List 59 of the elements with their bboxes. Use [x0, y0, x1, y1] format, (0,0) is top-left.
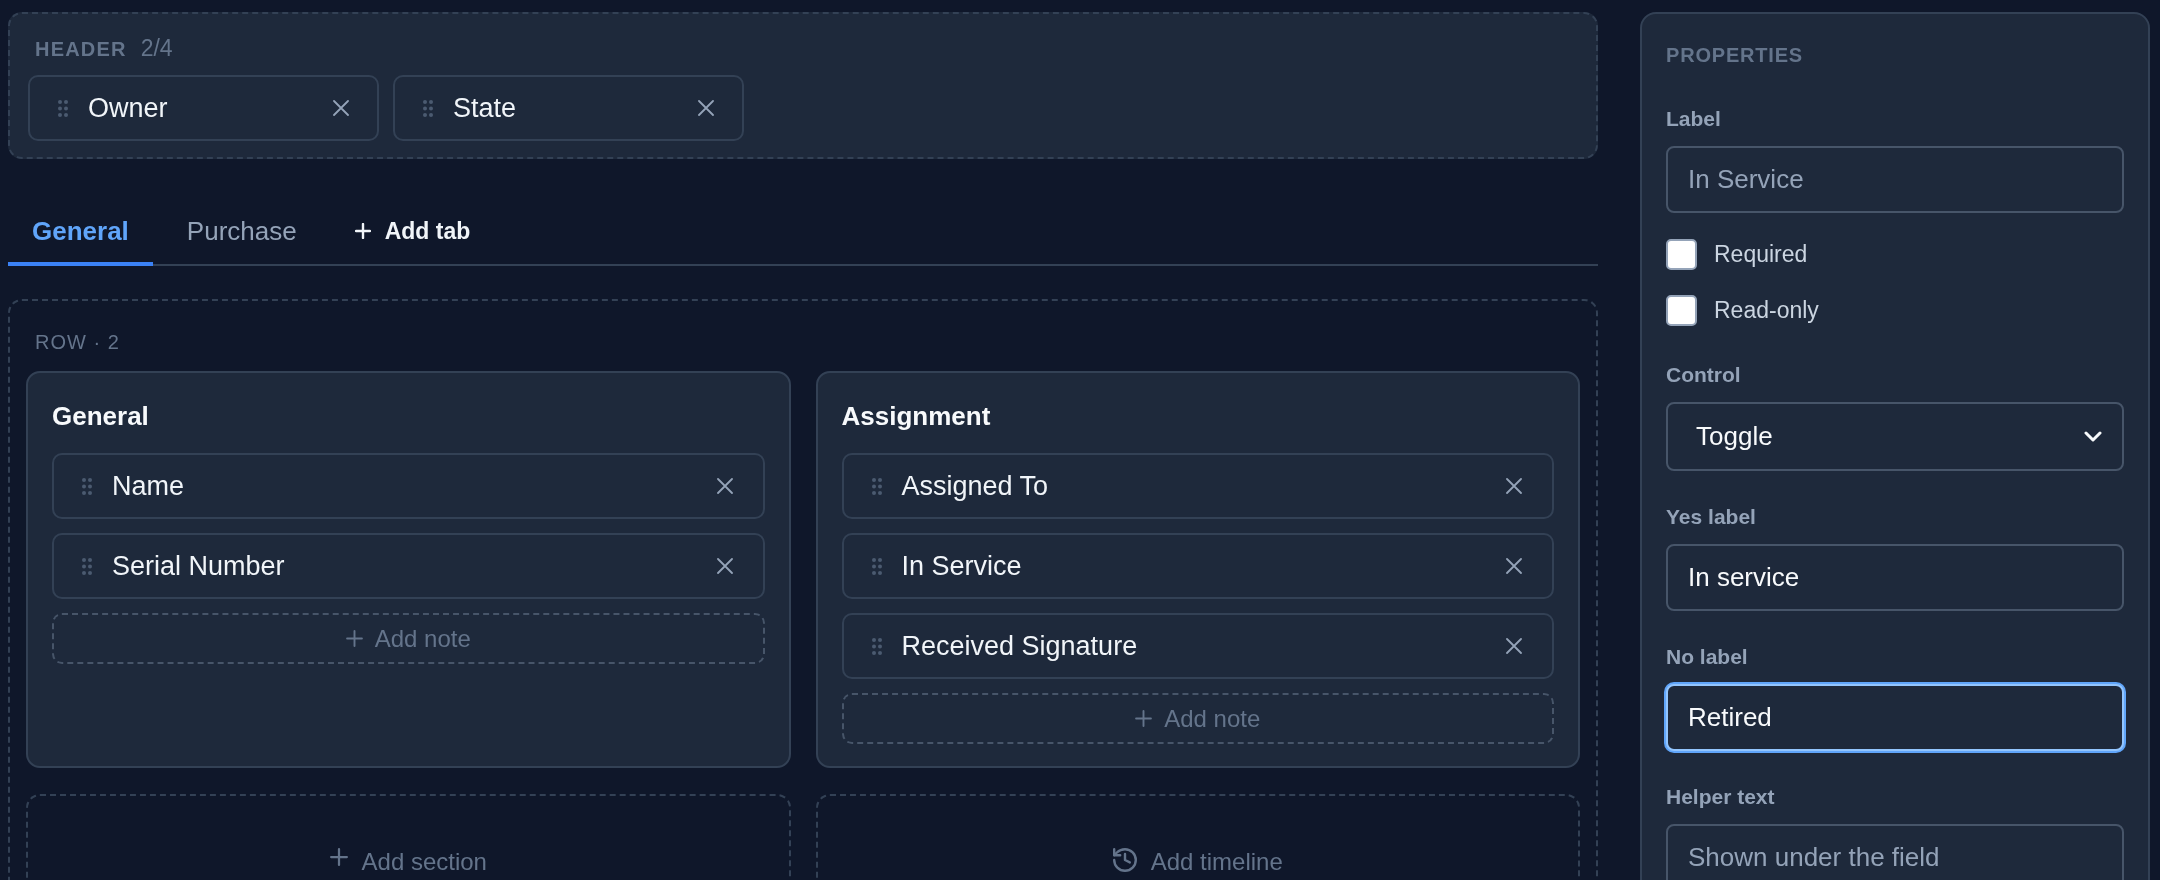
zone-title: HEADER — [35, 37, 127, 62]
input-field[interactable]: In Service — [1666, 146, 2124, 213]
close-icon[interactable] — [1506, 558, 1522, 574]
field-name: Owner — [88, 92, 169, 124]
plus-icon — [345, 630, 363, 647]
field-label: Helper text — [1666, 784, 1775, 810]
plus-icon — [1135, 710, 1153, 727]
tab[interactable]: Purchase — [162, 196, 321, 266]
grip-icon[interactable] — [58, 99, 68, 117]
field-label: Yes label — [1666, 504, 1756, 530]
close-icon[interactable] — [1506, 478, 1522, 494]
field-name: State — [453, 92, 518, 124]
field-row[interactable]: Assigned To — [841, 453, 1554, 519]
field-row[interactable]: Name — [52, 453, 765, 519]
header-field-chip[interactable]: Owner — [28, 75, 379, 141]
field-label: Control — [1666, 362, 1741, 388]
add-section-button[interactable]: Add section — [26, 794, 791, 880]
field-name: Received Signature — [901, 630, 1139, 662]
plus-icon — [354, 223, 371, 239]
field-label: No label — [1666, 644, 1748, 670]
select-field[interactable]: Toggle — [1666, 402, 2124, 471]
header-field-chip[interactable]: State — [393, 75, 744, 141]
plus-icon — [329, 848, 348, 866]
checkbox[interactable] — [1666, 295, 1697, 326]
add-tab-button[interactable]: Add tab — [342, 196, 483, 264]
add-timeline-button[interactable]: Add timeline — [815, 794, 1580, 880]
input-field[interactable]: Shown under the field — [1666, 824, 2124, 880]
section-title: Assignment — [841, 401, 991, 431]
checkbox-label: Required — [1714, 241, 1808, 268]
field-name: Assigned To — [901, 470, 1050, 502]
checkbox[interactable] — [1666, 239, 1697, 270]
close-icon[interactable] — [716, 558, 733, 574]
grip-icon[interactable] — [871, 637, 882, 655]
zone-count: 2/4 — [140, 35, 173, 61]
input-field[interactable]: Retired — [1666, 684, 2124, 751]
field-row[interactable]: Received Signature — [841, 613, 1554, 679]
grip-icon[interactable] — [423, 99, 433, 117]
close-icon[interactable] — [1506, 638, 1522, 654]
field-name: Serial Number — [112, 550, 286, 582]
close-icon[interactable] — [716, 478, 733, 494]
tab[interactable]: General — [8, 196, 153, 266]
row-title: ROW · 2 — [34, 330, 120, 355]
input-field[interactable]: In service — [1666, 544, 2124, 611]
grip-icon[interactable] — [871, 557, 882, 575]
panel-title: PROPERTIES — [1666, 43, 1803, 68]
section-title: General — [52, 401, 149, 431]
close-icon[interactable] — [698, 100, 714, 116]
checkbox-label: Read-only — [1714, 297, 1819, 324]
field-name: Name — [112, 470, 186, 502]
grip-icon[interactable] — [82, 477, 92, 495]
chevron-down-icon — [2084, 431, 2102, 442]
close-icon[interactable] — [333, 100, 349, 116]
field-row[interactable]: Serial Number — [52, 533, 765, 599]
grip-icon[interactable] — [871, 477, 882, 495]
grip-icon[interactable] — [82, 557, 92, 575]
field-row[interactable]: In Service — [841, 533, 1554, 599]
history-icon — [1112, 848, 1137, 872]
field-label: Label — [1666, 106, 1721, 132]
field-name: In Service — [901, 550, 1023, 582]
